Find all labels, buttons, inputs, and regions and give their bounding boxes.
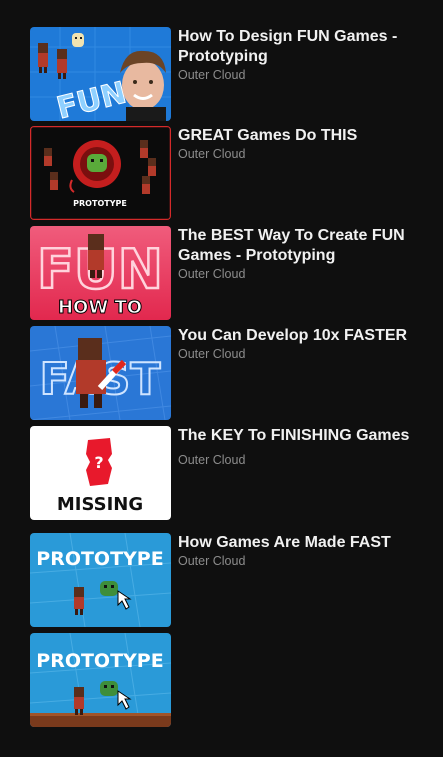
video-title[interactable]: You Can Develop 10x FASTER bbox=[178, 326, 433, 346]
video-meta: You Can Develop 10x FASTER Outer Cloud bbox=[178, 326, 433, 362]
video-item[interactable]: FUN HOW TO The BEST Way To Create FUN Ga… bbox=[30, 226, 435, 320]
video-meta: The BEST Way To Create FUN Games - Proto… bbox=[178, 226, 433, 282]
video-thumbnail[interactable]: PROTOTYPE bbox=[30, 126, 171, 220]
video-title[interactable]: The BEST Way To Create FUN Games - Proto… bbox=[178, 226, 433, 266]
video-meta: The KEY To FINISHING Games Outer Cloud bbox=[178, 426, 433, 468]
video-item[interactable]: FUN How To Design FUN Games - Prototypin… bbox=[30, 27, 435, 121]
channel-name[interactable]: Outer Cloud bbox=[178, 346, 433, 362]
video-list: FUN How To Design FUN Games - Prototypin… bbox=[0, 0, 443, 757]
video-item[interactable]: PROTOTYPE GREAT Games Do THIS Outer Clou… bbox=[30, 126, 435, 220]
video-thumbnail[interactable]: FAST bbox=[30, 326, 171, 420]
video-thumbnail[interactable]: PROTOTYPE bbox=[30, 633, 171, 727]
video-thumbnail[interactable]: ? MISSING bbox=[30, 426, 171, 520]
video-thumbnail[interactable]: PROTOTYPE bbox=[30, 533, 171, 627]
video-meta: GREAT Games Do THIS Outer Cloud bbox=[178, 126, 433, 162]
channel-name[interactable]: Outer Cloud bbox=[178, 452, 433, 468]
channel-name[interactable]: Outer Cloud bbox=[178, 553, 433, 569]
video-title[interactable]: How To Design FUN Games - Prototyping bbox=[178, 27, 433, 67]
video-item[interactable]: ? MISSING The KEY To FINISHING Games Out… bbox=[30, 426, 435, 520]
channel-name[interactable]: Outer Cloud bbox=[178, 266, 433, 282]
channel-name[interactable]: Outer Cloud bbox=[178, 67, 433, 83]
video-item[interactable]: PROTOTYPE How Games Are Made FAST Outer … bbox=[30, 533, 435, 627]
video-title[interactable]: How Games Are Made FAST bbox=[178, 533, 433, 553]
thumbnail-caption: PROTOTYPE bbox=[36, 548, 163, 570]
thumbnail-caption: MISSING bbox=[57, 494, 143, 515]
thumbnail-subcaption: HOW TO bbox=[58, 297, 142, 318]
video-meta: How To Design FUN Games - Prototyping Ou… bbox=[178, 27, 433, 83]
channel-name[interactable]: Outer Cloud bbox=[178, 146, 433, 162]
question-mark-glyph: ? bbox=[94, 453, 103, 472]
video-meta: How Games Are Made FAST Outer Cloud bbox=[178, 533, 433, 569]
video-title[interactable]: The KEY To FINISHING Games bbox=[178, 426, 433, 446]
video-item[interactable]: FAST You Can Develop 10x FASTER Outer Cl… bbox=[30, 326, 435, 420]
video-title[interactable]: GREAT Games Do THIS bbox=[178, 126, 433, 146]
video-thumbnail[interactable]: FUN HOW TO bbox=[30, 226, 171, 320]
video-item[interactable]: PROTOTYPE bbox=[30, 633, 435, 727]
thumbnail-caption: PROTOTYPE bbox=[73, 199, 127, 208]
video-thumbnail[interactable]: FUN bbox=[30, 27, 171, 121]
thumbnail-caption: PROTOTYPE bbox=[36, 650, 163, 672]
